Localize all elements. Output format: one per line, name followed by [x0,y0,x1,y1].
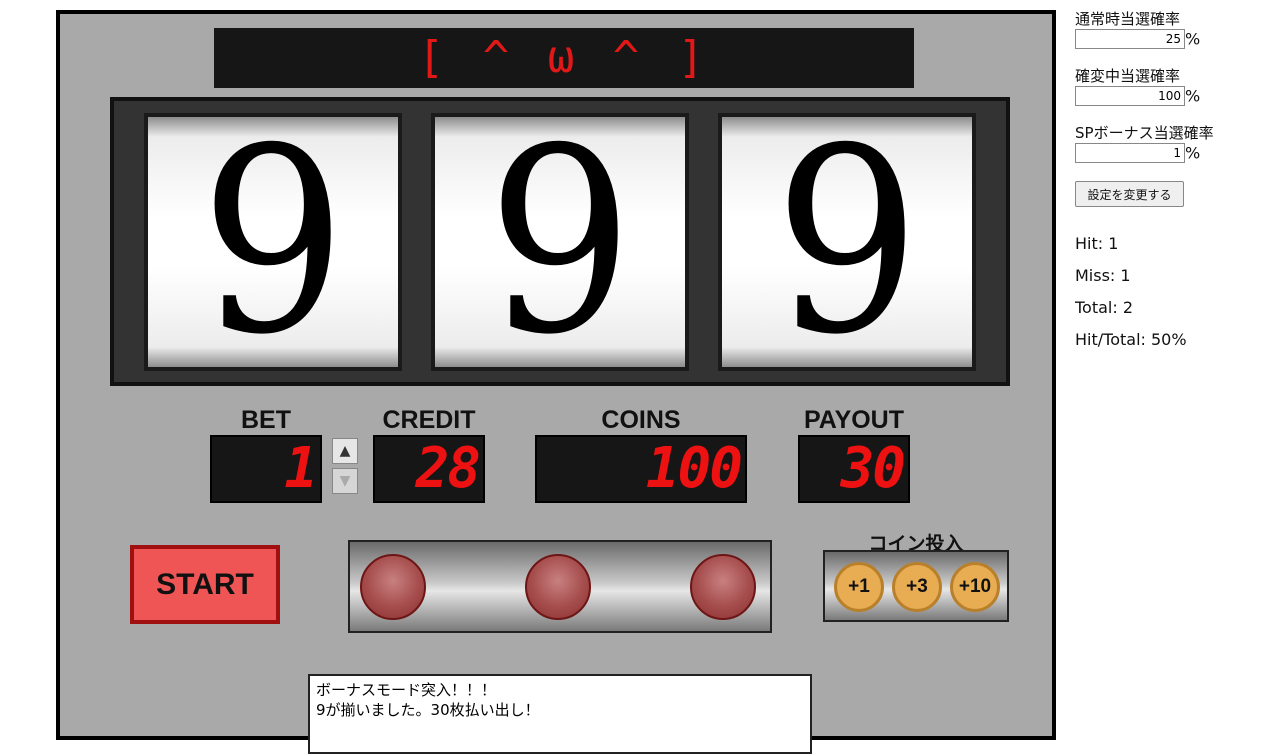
reel-left-symbol: 9 [199,93,347,391]
percent-unit: % [1185,86,1201,106]
payout-label: PAYOUT [803,406,905,434]
message-log: ボーナスモード突入！！！ 9が揃いました。30枚払い出し！ [308,674,812,754]
bet-display: 1 [210,435,322,503]
insert-3-coins-button[interactable]: +3 [892,562,942,612]
reel-center: 9 [431,113,689,371]
sp-bonus-probability-input[interactable] [1075,143,1185,163]
kakuhen-probability-setting: 確変中当選確率 % [1075,66,1200,106]
bet-label: BET [241,406,291,434]
message-line: 9が揃いました。30枚払い出し！ [316,701,540,719]
stop-button-panel [348,540,772,633]
stop-button-left[interactable] [360,554,426,620]
stop-button-center[interactable] [525,554,591,620]
kakuhen-probability-label: 確変中当選確率 [1075,67,1181,85]
stop-button-right[interactable] [690,554,756,620]
reel-frame: 9 9 9 [110,97,1010,386]
insert-1-coin-button[interactable]: +1 [834,562,884,612]
insert-10-coins-button[interactable]: +10 [950,562,1000,612]
normal-probability-label: 通常時当選確率 [1075,10,1181,28]
credit-display: 28 [373,435,485,503]
apply-settings-button[interactable]: 設定を変更する [1075,181,1184,207]
reel-right: 9 [718,113,976,371]
normal-probability-input[interactable] [1075,29,1185,49]
message-line: ボーナスモード突入！！！ [316,681,497,699]
total-count: Total: 2 [1075,298,1134,317]
payout-display: 30 [798,435,910,503]
reel-center-symbol: 9 [486,93,634,391]
bet-down-button[interactable]: ▼ [332,468,358,494]
coin-insert-panel: +1 +3 +10 [823,550,1009,622]
sp-bonus-probability-setting: SPボーナス当選確率 % [1075,123,1214,163]
kakuhen-probability-input[interactable] [1075,86,1185,106]
triangle-down-icon: ▼ [339,473,351,489]
percent-unit: % [1185,143,1201,163]
start-button[interactable]: START [130,545,280,624]
slot-machine: [ ^ ω ^ ] 9 9 9 BET 1 ▲ ▼ CREDIT 28 COIN… [56,10,1056,754]
reel-right-symbol: 9 [773,93,921,391]
bet-up-button[interactable]: ▲ [332,438,358,464]
coins-label: COINS [601,406,681,434]
percent-unit: % [1185,29,1201,49]
credit-label: CREDIT [382,406,476,434]
face-display: [ ^ ω ^ ] [214,28,914,88]
hit-count: Hit: 1 [1075,234,1119,253]
triangle-up-icon: ▲ [339,443,351,459]
coins-display: 100 [535,435,747,503]
miss-count: Miss: 1 [1075,266,1131,285]
reel-left: 9 [144,113,402,371]
sp-bonus-probability-label: SPボーナス当選確率 [1075,124,1214,142]
hit-ratio: Hit/Total: 50% [1075,330,1187,349]
normal-probability-setting: 通常時当選確率 % [1075,9,1200,49]
